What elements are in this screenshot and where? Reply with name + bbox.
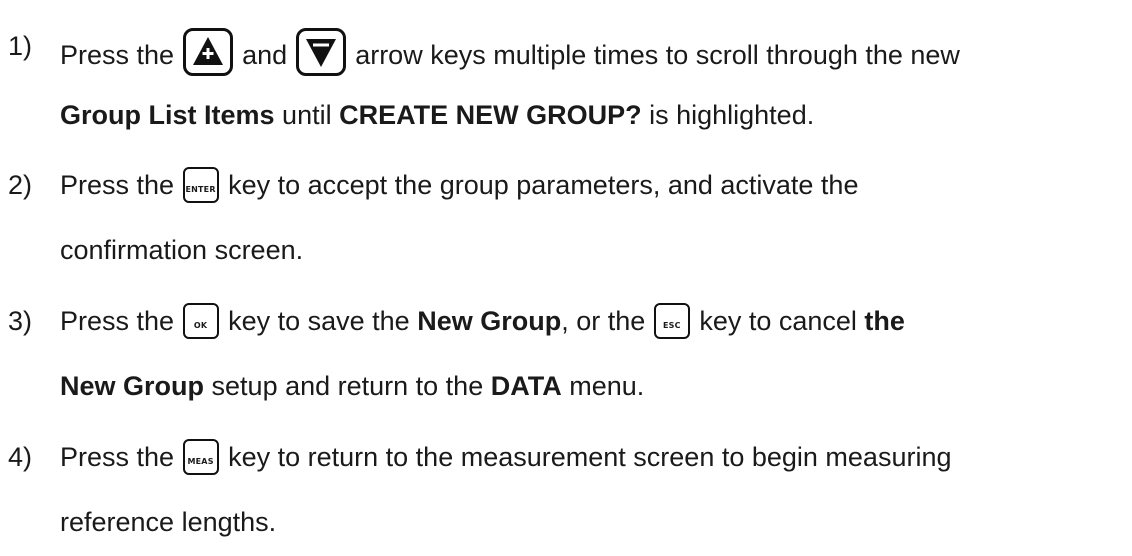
meas-key: MEAS xyxy=(182,439,219,475)
step-text: until xyxy=(282,100,332,130)
up-arrow-icon xyxy=(192,37,223,65)
step-text: key to save the xyxy=(228,306,410,336)
step-text: key to accept the group parameters, and … xyxy=(228,170,859,200)
esc-key: ESC xyxy=(653,303,690,339)
create-new-group-text: CREATE NEW GROUP? xyxy=(339,100,642,130)
enter-key: ENTER xyxy=(182,167,219,203)
the-text: the xyxy=(864,306,905,336)
new-group-text: New Group xyxy=(417,306,562,336)
ok-key-label: OK xyxy=(193,321,208,330)
step-text: and xyxy=(242,40,288,70)
step-number: 1) xyxy=(8,31,33,61)
step-text: key to cancel xyxy=(699,306,857,336)
step-number: 3) xyxy=(8,306,33,336)
step-text: confirmation screen. xyxy=(60,235,304,265)
step-text: Press the xyxy=(60,40,175,70)
data-menu-text: DATA xyxy=(490,371,562,401)
step-text: is highlighted. xyxy=(649,100,815,130)
step-text: reference lengths. xyxy=(60,507,277,537)
up-arrow-key xyxy=(182,28,233,76)
new-group-text: New Group xyxy=(60,371,205,401)
esc-key-label: ESC xyxy=(662,321,681,330)
step-text: Press the xyxy=(60,306,175,336)
step-number: 2) xyxy=(8,170,33,200)
group-list-items-text: Group List Items xyxy=(60,100,275,130)
step-text: arrow keys multiple times to scroll thro… xyxy=(355,40,960,70)
step-text: Press the xyxy=(60,170,175,200)
step-number: 4) xyxy=(8,442,33,472)
ok-key: OK xyxy=(182,303,219,339)
enter-key-label: ENTER xyxy=(185,185,216,194)
step-text: setup and return to the xyxy=(211,371,484,401)
down-arrow-icon xyxy=(305,39,336,67)
step-text: menu. xyxy=(569,371,645,401)
step-text: , or the xyxy=(561,306,646,336)
step-text: key to return to the measurement screen … xyxy=(228,442,952,472)
step-text: Press the xyxy=(60,442,175,472)
meas-key-label: MEAS xyxy=(187,457,214,466)
down-arrow-key xyxy=(295,28,346,76)
